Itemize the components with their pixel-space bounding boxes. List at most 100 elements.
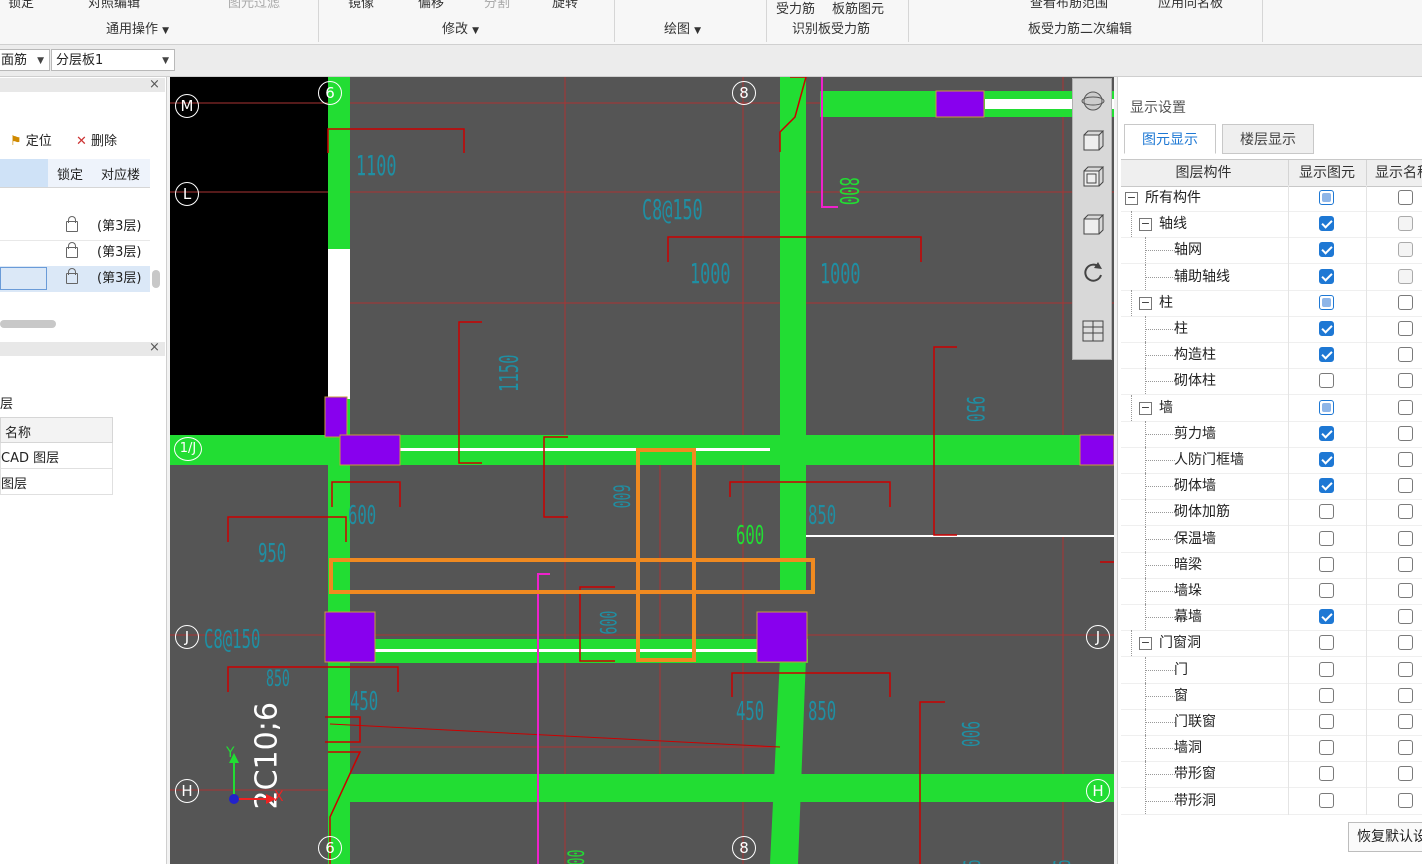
ribbon-cad-edit-button[interactable]: 对照编辑 <box>88 0 140 11</box>
lock-icon[interactable] <box>66 240 78 266</box>
delete-button[interactable]: ✕ 删除 <box>76 130 117 149</box>
show-element-checkbox[interactable] <box>1319 347 1334 363</box>
show-element-checkbox[interactable] <box>1319 504 1334 520</box>
slab-layer-select[interactable]: 分层板1 ▼ <box>51 49 175 71</box>
horizontal-scrollbar[interactable] <box>0 320 56 328</box>
settings-row[interactable]: 门联窗 <box>1121 709 1422 736</box>
show-name-checkbox[interactable] <box>1398 687 1413 703</box>
settings-row[interactable]: 带形窗 <box>1121 761 1422 789</box>
show-element-checkbox[interactable] <box>1319 425 1334 441</box>
drawing-canvas[interactable]: M L 1/J J J H H 6 6 8 8 1100 C8@150 1000… <box>170 77 1114 864</box>
show-name-checkbox[interactable] <box>1398 714 1413 729</box>
axis-label-8-top[interactable]: 8 <box>732 81 756 105</box>
vertical-scrollbar[interactable] <box>152 270 160 288</box>
settings-row[interactable]: − 柱 <box>1121 289 1422 317</box>
show-element-checkbox[interactable] <box>1319 583 1334 598</box>
settings-row[interactable]: 砌体墙 <box>1121 473 1422 501</box>
show-name-checkbox[interactable] <box>1398 556 1413 572</box>
show-element-checkbox[interactable] <box>1319 740 1334 756</box>
show-element-checkbox[interactable] <box>1319 792 1334 808</box>
restore-defaults-button[interactable]: 恢复默认设置 <box>1348 822 1422 852</box>
ribbon-apply-same-button[interactable]: 应用同名板 <box>1158 0 1223 11</box>
settings-row[interactable]: 剪力墙 <box>1121 420 1422 448</box>
ribbon-split-button[interactable]: 分割 <box>484 0 510 11</box>
settings-row[interactable]: 墙垛 <box>1121 578 1422 605</box>
show-name-checkbox[interactable] <box>1398 321 1413 336</box>
layer-row[interactable]: 图层 <box>0 469 113 495</box>
ribbon-mirror-button[interactable]: 镜像 <box>348 0 374 11</box>
show-element-checkbox[interactable] <box>1319 190 1334 205</box>
settings-row[interactable]: 砌体加筋 <box>1121 499 1422 527</box>
collapse-icon[interactable]: − <box>1139 218 1152 232</box>
settings-row[interactable]: 辅助轴线 <box>1121 263 1422 291</box>
settings-row[interactable]: 人防门框墙 <box>1121 447 1422 474</box>
layer-row[interactable]: CAD 图层 <box>0 443 113 469</box>
show-name-checkbox[interactable] <box>1398 609 1413 625</box>
show-element-checkbox[interactable] <box>1319 373 1334 389</box>
show-name-checkbox[interactable] <box>1398 530 1413 546</box>
tab-floor-display[interactable]: 楼层显示 <box>1222 124 1314 154</box>
ribbon-lock-button[interactable]: 锁定 <box>8 0 34 11</box>
settings-row[interactable]: − 墙 <box>1121 394 1422 422</box>
settings-row[interactable]: 保温墙 <box>1121 525 1422 553</box>
layout-icon[interactable] <box>1079 317 1107 345</box>
axis-label-6-bottom[interactable]: 6 <box>318 836 342 860</box>
show-element-checkbox[interactable] <box>1319 609 1334 625</box>
show-element-checkbox[interactable] <box>1319 766 1334 782</box>
floor-row[interactable]: (第3层) <box>0 240 150 267</box>
show-name-checkbox[interactable] <box>1398 661 1413 677</box>
axis-label-1j[interactable]: 1/J <box>174 437 202 461</box>
collapse-icon[interactable]: − <box>1139 401 1152 415</box>
close-icon[interactable]: × <box>149 340 160 355</box>
selected-cell[interactable] <box>0 267 47 290</box>
show-name-checkbox[interactable] <box>1398 373 1413 389</box>
view-top-icon[interactable] <box>1079 163 1107 191</box>
collapse-icon[interactable]: − <box>1139 296 1152 310</box>
show-name-checkbox[interactable] <box>1398 452 1413 467</box>
show-element-checkbox[interactable] <box>1319 268 1334 284</box>
show-element-checkbox[interactable] <box>1319 687 1334 703</box>
show-name-checkbox[interactable] <box>1398 242 1413 258</box>
show-element-checkbox[interactable] <box>1319 321 1334 336</box>
settings-row[interactable]: 窗 <box>1121 682 1422 710</box>
axis-label-l[interactable]: L <box>175 182 199 206</box>
show-name-checkbox[interactable] <box>1398 740 1413 756</box>
settings-row[interactable]: 柱 <box>1121 316 1422 343</box>
group-modify[interactable]: 修改 ▼ <box>442 18 479 37</box>
group-general-ops[interactable]: 通用操作 ▼ <box>106 18 169 37</box>
settings-row[interactable]: − 所有构件 <box>1121 185 1422 212</box>
settings-row[interactable]: − 门窗洞 <box>1121 630 1422 658</box>
lock-icon[interactable] <box>66 214 78 240</box>
rotate-icon[interactable] <box>1079 259 1107 287</box>
show-name-checkbox[interactable] <box>1398 425 1413 441</box>
show-element-checkbox[interactable] <box>1319 661 1334 677</box>
show-element-checkbox[interactable] <box>1319 294 1334 310</box>
axis-label-j-right[interactable]: J <box>1086 625 1110 649</box>
locate-button[interactable]: ⚑ 定位 <box>10 130 52 149</box>
axis-label-8-bottom[interactable]: 8 <box>732 836 756 860</box>
collapse-icon[interactable]: − <box>1125 192 1138 205</box>
ribbon-rotate-button[interactable]: 旋转 <box>552 0 578 11</box>
view-cube-icon[interactable] <box>1079 211 1107 239</box>
rebar-type-select[interactable]: 面筋 ▼ <box>0 49 50 71</box>
axis-label-m[interactable]: M <box>175 94 199 118</box>
show-element-checkbox[interactable] <box>1319 714 1334 729</box>
orbit-icon[interactable] <box>1079 87 1107 115</box>
settings-row[interactable]: 幕墙 <box>1121 604 1422 632</box>
ribbon-slab-rebar-button[interactable]: 板筋图元 <box>832 0 884 17</box>
axis-label-h-left[interactable]: H <box>175 779 199 803</box>
settings-row[interactable]: 墙洞 <box>1121 735 1422 763</box>
show-name-checkbox[interactable] <box>1398 190 1413 205</box>
show-name-checkbox[interactable] <box>1398 635 1413 651</box>
show-name-checkbox[interactable] <box>1398 268 1413 284</box>
show-element-checkbox[interactable] <box>1319 452 1334 467</box>
show-name-checkbox[interactable] <box>1398 766 1413 782</box>
close-icon[interactable]: × <box>149 77 160 92</box>
group-draw[interactable]: 绘图 ▼ <box>664 18 701 37</box>
show-name-checkbox[interactable] <box>1398 792 1413 808</box>
show-name-checkbox[interactable] <box>1398 478 1413 494</box>
settings-row[interactable]: − 轴线 <box>1121 211 1422 239</box>
show-name-checkbox[interactable] <box>1398 294 1413 310</box>
settings-row[interactable]: 门 <box>1121 656 1422 684</box>
tab-element-display[interactable]: 图元显示 <box>1124 124 1216 154</box>
